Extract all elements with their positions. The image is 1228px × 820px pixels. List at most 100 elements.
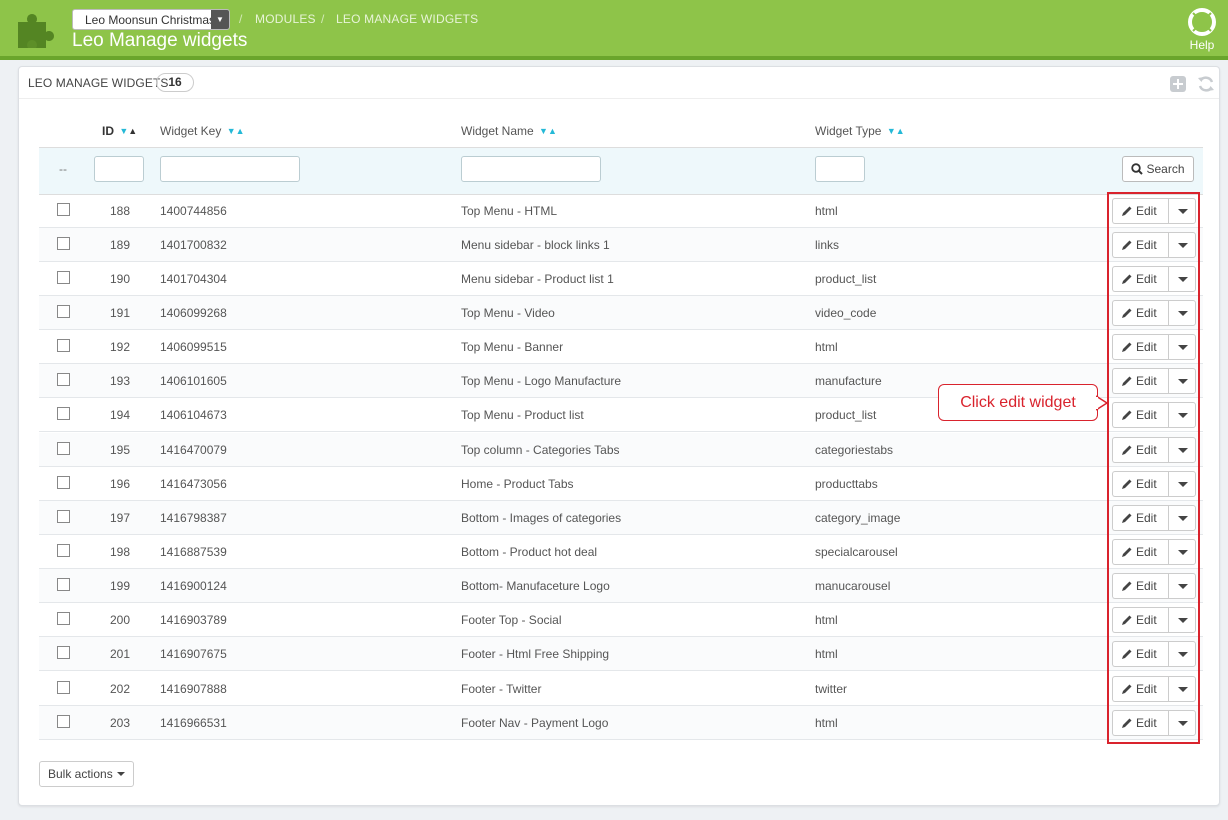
cell-id: 190 [110, 272, 131, 286]
column-header-widget-key[interactable]: Widget Key ▼▲ [160, 124, 245, 138]
cell-widget-name: Menu sidebar - block links 1 [461, 238, 610, 252]
search-icon [1131, 163, 1144, 175]
cell-widget-name: Footer Top - Social [461, 613, 562, 627]
breadcrumb-separator: / [321, 12, 325, 26]
cell-widget-type: product_list [815, 408, 877, 422]
shop-select[interactable]: Leo Moonsun Christmas ▼ [72, 9, 230, 30]
table-row: 197 1416798387 Bottom - Images of categori… [39, 501, 1203, 535]
cell-id: 193 [110, 374, 131, 388]
row-checkbox[interactable] [57, 373, 70, 386]
cell-widget-type: twitter [815, 682, 848, 696]
cell-widget-type: category_image [815, 511, 901, 525]
cell-widget-name: Top Menu - Banner [461, 340, 564, 354]
breadcrumb-separator: / [239, 12, 243, 26]
filter-id-input[interactable] [94, 156, 144, 182]
cell-widget-name: Footer - Html Free Shipping [461, 647, 610, 661]
cell-widget-key: 1400744856 [160, 204, 227, 218]
cell-widget-name: Home - Product Tabs [461, 477, 574, 491]
sort-arrows[interactable]: ▼▲ [119, 126, 137, 136]
row-checkbox[interactable] [57, 578, 70, 591]
add-icon[interactable] [1169, 75, 1187, 93]
cell-widget-name: Top Menu - Product list [461, 408, 584, 422]
cell-widget-key: 1416907675 [160, 647, 227, 661]
column-id-label: ID [102, 124, 114, 138]
cell-widget-type: html [815, 716, 838, 730]
sort-arrows[interactable]: ▼▲ [227, 126, 245, 136]
filter-widget-name-input[interactable] [461, 156, 601, 182]
row-checkbox[interactable] [57, 476, 70, 489]
filter-widget-key-input[interactable] [160, 156, 300, 182]
cell-widget-type: manufacture [815, 374, 882, 388]
cell-widget-type: categoriestabs [815, 443, 894, 457]
help-button[interactable]: Help [1186, 8, 1218, 52]
row-checkbox[interactable] [57, 339, 70, 352]
row-checkbox[interactable] [57, 442, 70, 455]
column-widget-name-label: Widget Name [461, 124, 534, 138]
filter-widget-type-input[interactable] [815, 156, 865, 182]
cell-widget-name: Footer - Twitter [461, 682, 542, 696]
cell-widget-type: html [815, 204, 838, 218]
table-row: 199 1416900124 Bottom- Manufaceture Logo ma… [39, 569, 1203, 603]
cell-id: 195 [110, 443, 131, 457]
table-row: 202 1416907888 Footer - Twitter twitter Edit [39, 672, 1203, 706]
table-row: 195 1416470079 Top column - Categories Tab… [39, 433, 1203, 467]
table-row: 188 1400744856 Top Menu - HTML html Edit [39, 194, 1203, 228]
cell-widget-key: 1406099268 [160, 306, 227, 320]
cell-widget-type: manucarousel [815, 579, 891, 593]
help-label: Help [1189, 38, 1215, 52]
cell-id: 196 [110, 477, 131, 491]
cell-widget-key: 1406099515 [160, 340, 227, 354]
sort-arrows[interactable]: ▼▲ [887, 126, 905, 136]
bulk-actions-button[interactable]: Bulk actions [39, 761, 134, 787]
cell-id: 203 [110, 716, 131, 730]
row-checkbox[interactable] [57, 510, 70, 523]
row-checkbox[interactable] [57, 646, 70, 659]
cell-widget-type: specialcarousel [815, 545, 898, 559]
row-checkbox[interactable] [57, 237, 70, 250]
chevron-down-icon: ▼ [211, 10, 229, 29]
cell-widget-type: html [815, 613, 838, 627]
page-title: Leo Manage widgets [72, 30, 248, 51]
cell-id: 202 [110, 682, 131, 696]
cell-widget-key: 1416887539 [160, 545, 227, 559]
caret-down-icon [116, 772, 125, 776]
cell-widget-name: Bottom - Images of categories [461, 511, 622, 525]
search-button[interactable]: Search [1122, 156, 1194, 182]
panel-title: LEO MANAGE WIDGETS [28, 76, 169, 90]
breadcrumb-current: LEO MANAGE WIDGETS [336, 12, 479, 26]
cell-widget-type: producttabs [815, 477, 878, 491]
row-checkbox[interactable] [57, 407, 70, 420]
filter-row: -- Search [39, 147, 1203, 195]
row-checkbox[interactable] [57, 715, 70, 728]
cell-widget-name: Top Menu - Video [461, 306, 555, 320]
row-checkbox[interactable] [57, 203, 70, 216]
column-header-widget-type[interactable]: Widget Type ▼▲ [815, 124, 905, 138]
cell-id: 191 [110, 306, 131, 320]
row-checkbox[interactable] [57, 271, 70, 284]
cell-widget-type: links [815, 238, 840, 252]
row-checkbox[interactable] [57, 544, 70, 557]
breadcrumb-modules[interactable]: MODULES [255, 12, 316, 26]
row-checkbox[interactable] [57, 305, 70, 318]
table-row: 189 1401700832 Menu sidebar - block links … [39, 228, 1203, 262]
table-row: 200 1416903789 Footer Top - Social html Edit [39, 603, 1203, 637]
cell-widget-type: product_list [815, 272, 877, 286]
row-checkbox[interactable] [57, 681, 70, 694]
cell-widget-type: html [815, 340, 838, 354]
edit-buttons-highlight [1107, 192, 1200, 744]
widgets-panel: LEO MANAGE WIDGETS 16 ID ▼▲ Widget Key ▼… [18, 66, 1220, 806]
column-header-id[interactable]: ID ▼▲ [102, 124, 137, 138]
cell-id: 192 [110, 340, 131, 354]
count-badge: 16 [156, 73, 194, 92]
puzzle-icon[interactable] [14, 10, 56, 48]
cell-widget-key: 1416470079 [160, 443, 227, 457]
cell-widget-key: 1416903789 [160, 613, 227, 627]
refresh-icon[interactable] [1197, 75, 1215, 93]
column-widget-key-label: Widget Key [160, 124, 222, 138]
cell-id: 188 [110, 204, 131, 218]
bulk-actions-label: Bulk actions [48, 767, 113, 781]
row-checkbox[interactable] [57, 612, 70, 625]
sort-arrows[interactable]: ▼▲ [539, 126, 557, 136]
cell-widget-key: 1406104673 [160, 408, 227, 422]
column-header-widget-name[interactable]: Widget Name ▼▲ [461, 124, 557, 138]
